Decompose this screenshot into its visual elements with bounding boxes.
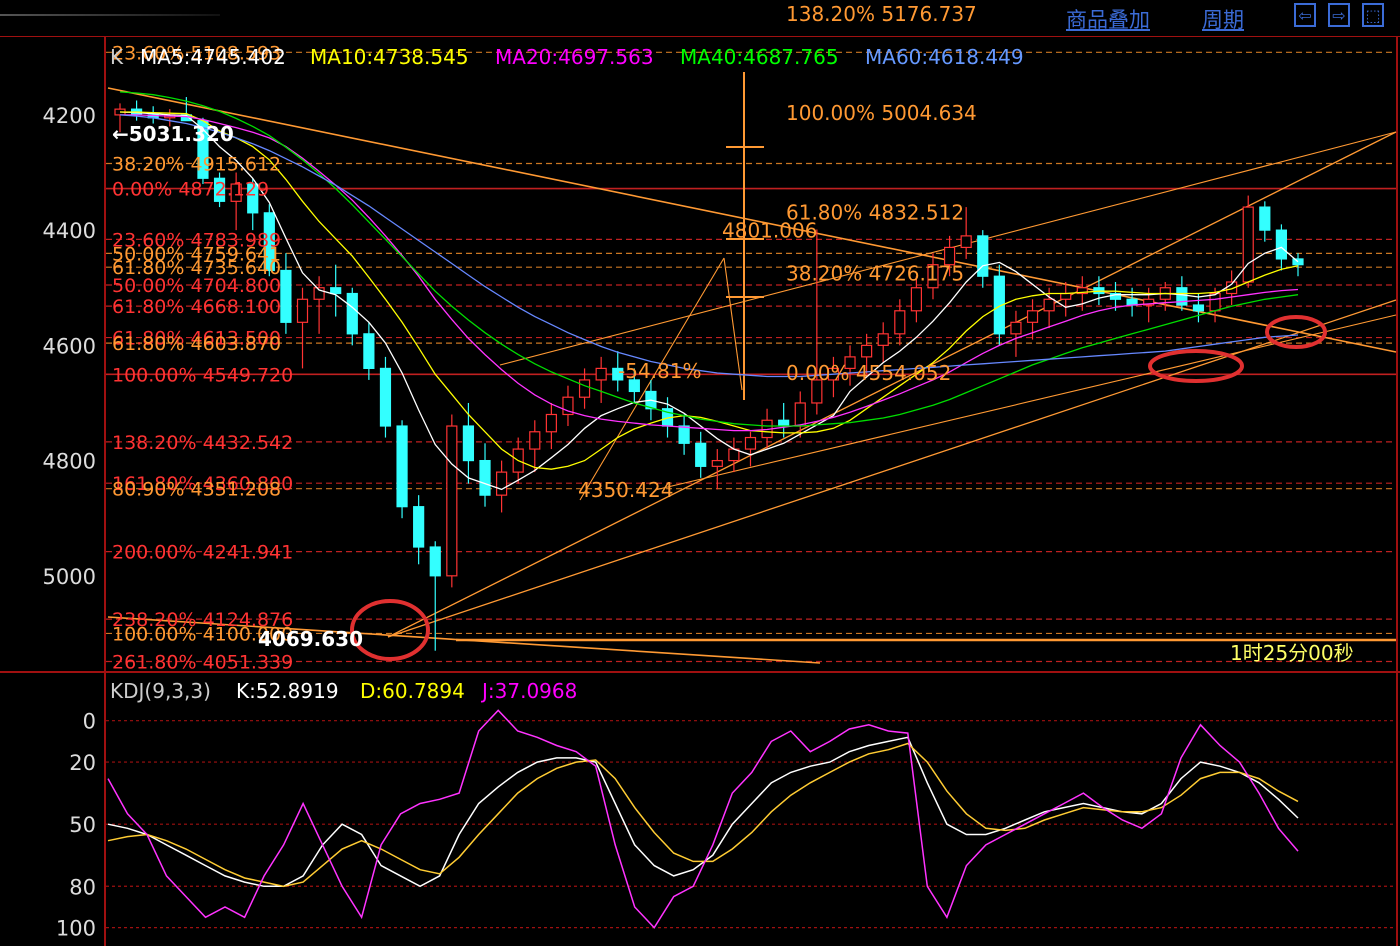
candle-body bbox=[1010, 321, 1022, 335]
ma10-line bbox=[120, 111, 1299, 470]
ma-legend-item: MA40:4687.765 bbox=[680, 45, 839, 69]
candle-body bbox=[1292, 258, 1304, 266]
kdj-lines bbox=[107, 709, 1299, 929]
fib-left-label: 138.20% 4432.542 bbox=[112, 432, 293, 454]
candle-body bbox=[711, 459, 723, 467]
candle-body bbox=[1060, 292, 1072, 300]
candle-body bbox=[678, 425, 690, 444]
kdj-legend-item: J:37.0968 bbox=[480, 679, 577, 703]
candle-body bbox=[744, 436, 757, 450]
candle-body bbox=[877, 333, 889, 346]
kdj-legend-item: K:52.8919 bbox=[236, 679, 339, 703]
y-axis-labels: 5000 4800 4600 4400 4200 100 80 50 20 0 bbox=[43, 104, 96, 941]
ma40-line bbox=[119, 91, 1299, 427]
fib-right-label: 100.00% 5004.634 bbox=[786, 101, 977, 125]
candle-body bbox=[363, 333, 375, 370]
ma-legend-item: MA10:4738.545 bbox=[310, 45, 469, 69]
fib-mid-label: -54.81% bbox=[618, 359, 701, 383]
ma-legend-item: MA20:4697.563 bbox=[495, 45, 654, 69]
candle-body bbox=[529, 431, 541, 450]
ma-legend-item: MA5:4745.402 bbox=[140, 45, 286, 69]
kdj-tick-label: 80 bbox=[69, 875, 96, 899]
fibonacci-levels bbox=[106, 51, 1396, 663]
kdj-tick-label: 0 bbox=[83, 710, 96, 734]
fib-right-label: 138.20% 5176.737 bbox=[786, 2, 977, 26]
fib-right-label: 0.00% 4554.052 bbox=[786, 361, 951, 385]
price-tick-label: 4200 bbox=[43, 104, 96, 128]
kdj-legend-item: KDJ(9,3,3) bbox=[110, 679, 211, 703]
fib-mid-label: 4350.424 bbox=[578, 478, 673, 502]
kdj-legend-item: D:60.7894 bbox=[360, 679, 465, 703]
candle-body bbox=[960, 235, 972, 249]
ma5-line bbox=[119, 111, 1299, 491]
candle-body bbox=[296, 298, 309, 323]
fib-left-label: 61.80% 4668.100 bbox=[112, 296, 281, 318]
k-label: K bbox=[110, 45, 124, 69]
price-tick-label: 5000 bbox=[43, 565, 96, 589]
chart-canvas: 23.60% 5108.59338.20% 4915.6120.00% 4872… bbox=[0, 2, 1400, 946]
candle-body bbox=[280, 269, 292, 323]
fib-left-label: 61.80% 4603.870 bbox=[112, 333, 281, 355]
candle-body bbox=[462, 425, 475, 462]
candle-body bbox=[794, 402, 806, 427]
fib-left-label: 100.00% 4549.720 bbox=[112, 364, 293, 386]
support-highlight-1 bbox=[1148, 349, 1244, 383]
candle-body bbox=[1275, 229, 1288, 260]
fib-mid-label: 4801.006 bbox=[722, 219, 817, 243]
price-tick-label: 4400 bbox=[43, 219, 96, 243]
candle-body bbox=[1026, 310, 1039, 323]
kdj-legend: KDJ(9,3,3) K:52.8919 D:60.7894 J:37.0968 bbox=[110, 679, 577, 703]
candle-body bbox=[695, 442, 707, 467]
candle-body bbox=[595, 367, 607, 381]
candle-body bbox=[1043, 298, 1055, 312]
candle-body bbox=[429, 546, 441, 577]
ma-legend-item: MA60:4618.449 bbox=[865, 45, 1024, 69]
candle-body bbox=[894, 310, 906, 335]
candle-body bbox=[330, 287, 342, 295]
candle-body bbox=[977, 235, 989, 277]
fib-right-label: 38.20% 4726.175 bbox=[786, 262, 964, 286]
candle-body bbox=[379, 367, 392, 427]
candle-body bbox=[578, 379, 591, 398]
kdj-tick-label: 50 bbox=[69, 813, 96, 837]
price-tick-label: 4800 bbox=[43, 450, 96, 474]
kdj-gridlines bbox=[106, 720, 1396, 929]
candle-body bbox=[545, 413, 557, 433]
price-tick-label: 4600 bbox=[43, 334, 96, 358]
candle-body bbox=[413, 506, 425, 548]
kdj-j-line bbox=[107, 709, 1299, 929]
kdj-tick-label: 20 bbox=[69, 751, 96, 775]
fib-left-label: 261.80% 4051.339 bbox=[112, 651, 293, 673]
fib-left-label: 38.20% 4915.612 bbox=[112, 154, 281, 176]
candle-body bbox=[910, 287, 922, 312]
candle-body bbox=[496, 471, 508, 496]
candle-body bbox=[446, 425, 458, 577]
kdj-tick-label: 100 bbox=[56, 917, 96, 941]
low-point-highlight bbox=[350, 599, 430, 661]
fib-left-label: 80.90% 4351.208 bbox=[112, 479, 281, 501]
candle-body bbox=[396, 425, 408, 508]
min-price-label: 4069.630 bbox=[258, 627, 363, 651]
fib-left-label: 0.00% 4872.129 bbox=[112, 179, 269, 201]
fib-left-label: 200.00% 4241.941 bbox=[112, 542, 293, 564]
candle-body bbox=[1259, 206, 1271, 231]
ma20-line bbox=[120, 114, 1299, 432]
candle-body bbox=[778, 419, 790, 427]
candle-body bbox=[1209, 292, 1221, 312]
trend-lines bbox=[107, 72, 1397, 664]
countdown-timer: 1时25分00秒 bbox=[1230, 641, 1354, 665]
candle-body bbox=[1242, 206, 1254, 283]
moving-average-lines bbox=[119, 91, 1299, 491]
candle-body bbox=[346, 292, 358, 335]
fib-left-label: 50.00% 4704.800 bbox=[112, 275, 281, 297]
candle-body bbox=[479, 459, 491, 496]
candle-body bbox=[861, 344, 873, 358]
max-price-label: ←5031.320 bbox=[112, 122, 234, 146]
candle-body bbox=[1192, 304, 1205, 312]
ma-legend: K MA5:4745.402 MA10:4738.545 MA20:4697.563… bbox=[110, 45, 1024, 69]
